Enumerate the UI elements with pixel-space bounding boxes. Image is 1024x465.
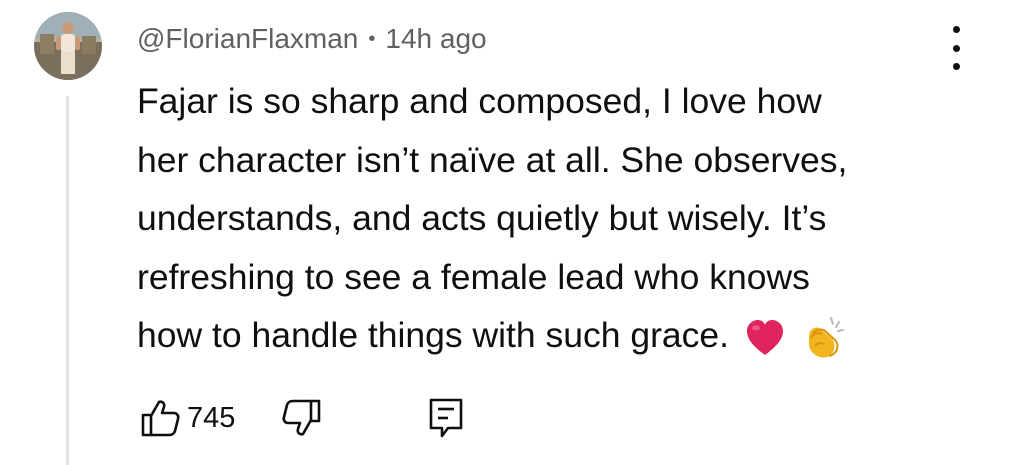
dislike-button[interactable] (279, 395, 325, 441)
comment-text-line: Fajar is so sharp and composed, I love h… (137, 81, 822, 121)
clapping-hands-icon (801, 316, 845, 360)
avatar-image (34, 12, 102, 80)
comment-text-line: her character isn’t naïve at all. She ob… (137, 139, 848, 180)
avatar[interactable] (34, 12, 102, 80)
like-button[interactable] (137, 395, 183, 441)
comment-text-line: understands, and acts quietly but wisely… (137, 198, 827, 238)
comment-text: Fajar is so sharp and composed, I love h… (137, 72, 967, 365)
comment-header: @FlorianFlaxman • 14h ago (137, 19, 487, 59)
comment-text-line: how to handle things with such grace. (137, 315, 730, 355)
red-heart-icon (745, 319, 785, 357)
comment-actions: 745 (137, 393, 469, 443)
meta-separator: • (368, 27, 376, 50)
more-options-button[interactable] (936, 22, 976, 74)
comment-text-last-line: how to handle things with such grace. (137, 306, 967, 365)
reply-comment-icon (430, 398, 463, 438)
thumbs-down-icon (282, 399, 321, 436)
like-count: 745 (187, 401, 236, 434)
comment-timestamp[interactable]: 14h ago (385, 23, 486, 55)
reply-button[interactable] (423, 395, 469, 441)
comment-item: @FlorianFlaxman • 14h ago Fajar is so sh… (0, 0, 1024, 465)
more-vertical-icon-dot (952, 44, 960, 52)
thread-line (66, 96, 69, 465)
more-vertical-icon (952, 26, 960, 33)
more-vertical-icon-dot (952, 63, 960, 70)
comment-text-line: refreshing to see a female lead who know… (137, 256, 810, 297)
thumbs-up-icon (141, 400, 180, 437)
author-handle[interactable]: @FlorianFlaxman (137, 23, 358, 55)
